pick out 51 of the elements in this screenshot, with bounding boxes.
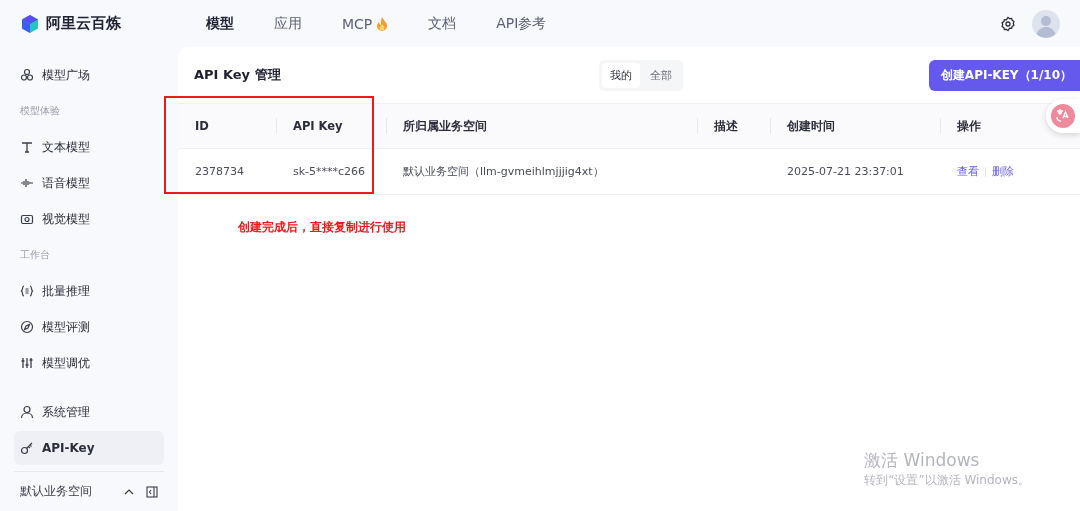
camera-icon [20,212,34,226]
table-cell-text: 2378734 [194,164,245,180]
circles-icon [20,68,34,82]
workspace-label[interactable]: 默认业务空间 [20,483,112,500]
column-header: ID [194,118,210,135]
section-label: 工作台 [19,248,51,262]
sidebar-item[interactable]: 批量推理 [14,273,164,309]
section-label: 模型体验 [19,104,61,118]
panel-toggle-icon[interactable] [146,485,158,498]
column-header: 创建时间 [770,104,940,148]
page-title: API Key 管理 [194,66,282,84]
sidebar-item[interactable]: 语音模型 [14,165,164,201]
user-icon [20,405,34,419]
settings-icon[interactable] [1000,15,1016,32]
sidebar-item[interactable]: API-Key [14,431,164,465]
sidebar-item[interactable]: 模型广场 [14,57,164,93]
action-link[interactable]: 删除 [992,164,1014,179]
table-cell-text: 2025-07-21 23:37:01 [786,164,905,180]
annotation-text: 创建完成后，直接复制进行使用 [237,219,407,236]
waveform-icon [20,176,34,190]
chevron-up-icon[interactable] [124,487,134,496]
sidebar-item[interactable]: 视觉模型 [14,201,164,237]
activation-title: 激活 Windows [864,449,981,472]
nav-tab[interactable]: MCP [322,0,409,47]
braces-icon [20,284,34,298]
filter-tab[interactable]: 我的 [602,62,640,88]
nav-tab[interactable]: API参考 [476,0,567,47]
nav-tab[interactable]: 应用 [254,0,322,47]
column-header: API Key [276,104,386,148]
filter-tab[interactable]: 全部 [642,62,680,88]
fire-icon [376,16,389,31]
compass-icon [20,320,34,334]
column-header: 描述 [697,104,770,148]
table-cell-text: 默认业务空间（llm-gvmeihlmjjjig4xt） [402,164,605,180]
key-icon [20,441,34,455]
sidebar-item[interactable]: 模型调优 [14,345,164,381]
sidebar-item[interactable]: 系统管理 [14,395,164,429]
logo-icon [20,13,40,34]
table-cell-text: sk-5****c266 [292,164,367,180]
column-header: 所归属业务空间 [386,104,697,148]
sliders-icon [20,356,34,370]
text-icon [20,140,34,154]
sidebar-item[interactable]: 文本模型 [14,129,164,165]
activation-text: 转到“设置”以激活 Windows。 [864,472,1030,489]
nav-tab[interactable]: 文档 [408,0,477,47]
nav-tab[interactable]: 模型 [186,0,254,47]
translate-icon [1051,104,1075,128]
action-link[interactable]: 查看 [957,164,979,179]
create-key-button[interactable]: 创建API-KEY（1/10） [928,59,1080,91]
sidebar-item[interactable]: 模型评测 [14,309,164,345]
brand-name: 阿里云百炼 [46,14,121,33]
